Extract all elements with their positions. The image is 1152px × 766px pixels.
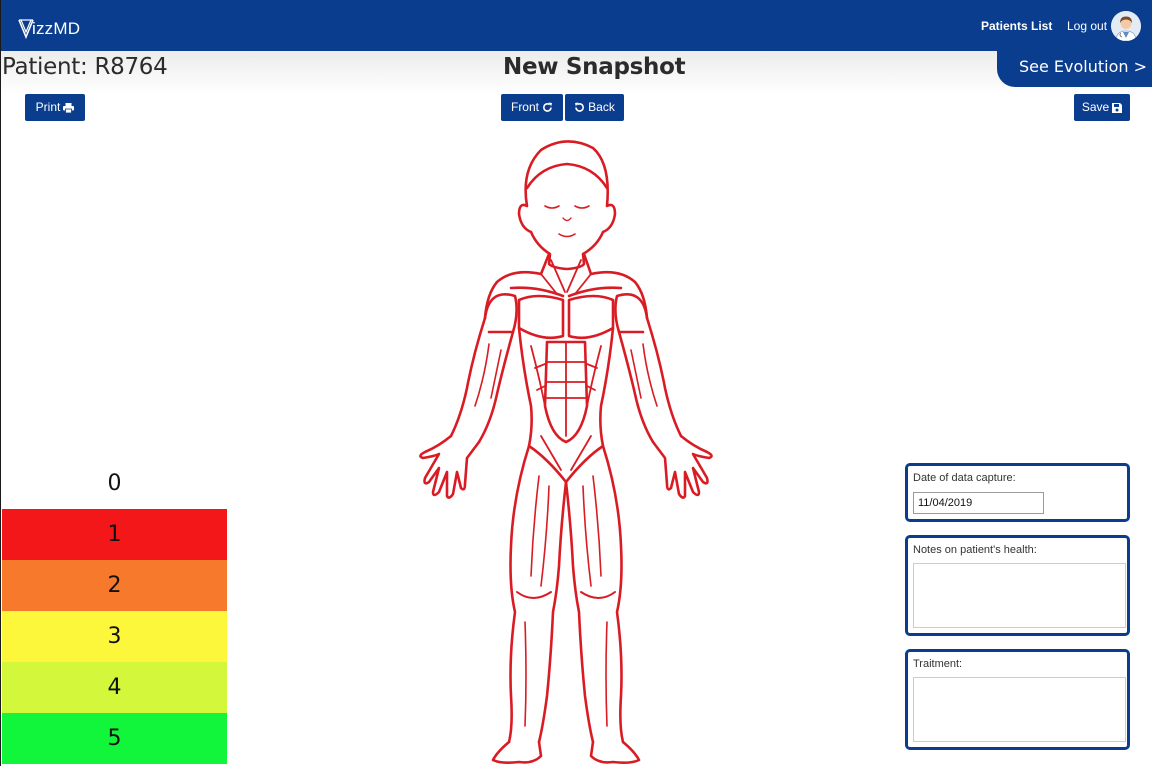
- front-view-button[interactable]: Front: [501, 94, 563, 121]
- severity-level-1[interactable]: 1: [2, 509, 227, 560]
- health-notes-label: Notes on patient's health:: [913, 544, 1037, 556]
- severity-level-0[interactable]: 0: [2, 458, 227, 509]
- logo-text: izzMD: [32, 19, 81, 38]
- left-pectoral: [517, 294, 565, 340]
- health-notes-textarea[interactable]: [913, 563, 1126, 628]
- severity-level-2[interactable]: 2: [2, 560, 227, 611]
- back-view-button[interactable]: Back: [565, 94, 624, 121]
- shin-lines: [524, 621, 608, 727]
- right-hand: [651, 434, 713, 499]
- date-capture-input[interactable]: [913, 492, 1044, 514]
- severity-level-3[interactable]: 3: [2, 611, 227, 662]
- logout-link[interactable]: Log out: [1067, 19, 1107, 33]
- severity-scale: 012345: [2, 458, 227, 764]
- rotate-right-icon: [543, 102, 552, 112]
- app-window: izzMD Patients List Log out Patient: R87…: [0, 0, 1152, 766]
- left-leg-inner: [537, 480, 568, 744]
- health-notes-card: Notes on patient's health:: [905, 535, 1130, 636]
- left-eye: [544, 205, 560, 209]
- print-button[interactable]: Print: [25, 94, 85, 121]
- body-muscle-diagram[interactable]: [401, 136, 731, 766]
- patients-list-link[interactable]: Patients List: [981, 19, 1052, 33]
- treatment-label: Traitment:: [913, 658, 963, 670]
- floppy-disk-icon: [1112, 102, 1123, 113]
- save-button-label: Save: [1081, 100, 1110, 114]
- app-logo[interactable]: izzMD: [18, 13, 80, 39]
- right-eye: [574, 205, 590, 209]
- torso-left-side: [517, 326, 533, 448]
- rotate-left-icon: [575, 102, 585, 112]
- abs-divisions: [546, 341, 586, 437]
- date-capture-card: Date of data capture:: [905, 463, 1130, 522]
- pelvis: [527, 444, 605, 484]
- back-button-label: Back: [588, 100, 615, 114]
- save-button[interactable]: Save: [1074, 94, 1130, 121]
- severity-level-4[interactable]: 4: [2, 662, 227, 713]
- clavicles: [509, 286, 623, 298]
- front-button-label: Front: [510, 100, 539, 114]
- torso-right-side: [599, 326, 615, 448]
- date-capture-label: Date of data capture:: [913, 472, 1016, 484]
- see-evolution-button[interactable]: See Evolution >: [997, 51, 1152, 87]
- hair-line: [525, 162, 609, 190]
- right-pectoral: [567, 294, 615, 340]
- top-navbar: izzMD Patients List Log out: [1, 0, 1152, 51]
- doctor-avatar[interactable]: [1111, 11, 1141, 41]
- treatment-card: Traitment:: [905, 649, 1130, 750]
- severity-level-5[interactable]: 5: [2, 713, 227, 764]
- mouth: [558, 233, 576, 238]
- right-leg-inner: [564, 480, 595, 744]
- page-title: New Snapshot: [503, 54, 686, 80]
- nose: [562, 217, 572, 222]
- patient-title: Patient: R8764: [2, 54, 168, 80]
- left-foot: [491, 740, 543, 764]
- treatment-textarea[interactable]: [913, 677, 1126, 742]
- head-outline: [517, 140, 617, 271]
- print-button-label: Print: [35, 100, 61, 114]
- print-icon: [63, 102, 75, 113]
- right-foot: [589, 740, 641, 764]
- knees: [516, 591, 616, 599]
- left-hand: [419, 434, 481, 499]
- deltoids: [483, 293, 649, 334]
